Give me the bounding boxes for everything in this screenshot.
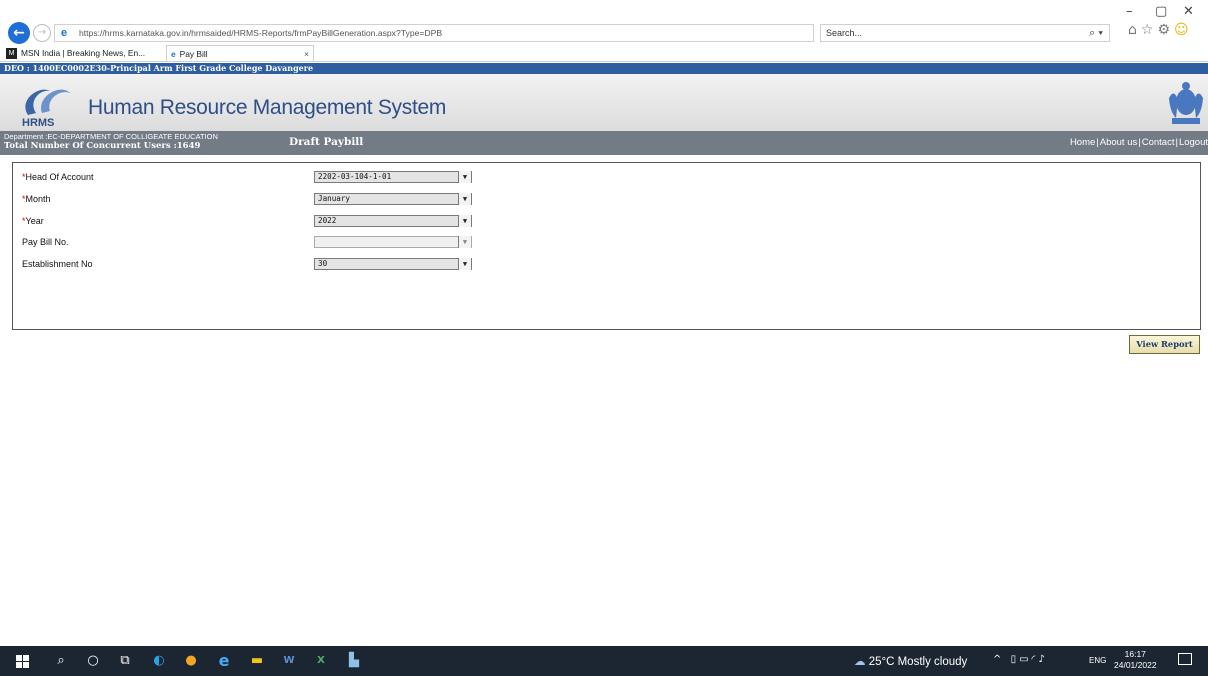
page-title: Draft Paybill xyxy=(289,136,364,148)
field-label: Year xyxy=(25,216,44,226)
tab-msn[interactable]: M MSN India | Breaking News, En... xyxy=(6,45,156,61)
taskbar: ⌕ ○ ⧉ ◐ ● e ▬ W X ▙ ☁ 25°C Mostly cloudy… xyxy=(0,646,1208,676)
select-value: 2022 xyxy=(318,216,337,225)
view-report-button[interactable]: View Report xyxy=(1129,335,1200,354)
network-app-icon[interactable]: ▙ xyxy=(346,653,362,669)
word-icon[interactable]: W xyxy=(281,653,297,669)
department-text: Department :EC-DEPARTMENT OF COLLIGEATE … xyxy=(4,132,218,141)
field-label: Establishment No xyxy=(22,259,93,269)
file-explorer-icon[interactable]: ▬ xyxy=(249,653,265,669)
chevron-down-icon[interactable]: ▼ xyxy=(458,171,471,183)
top-links: Home|About us|Contact|Logout xyxy=(1070,137,1208,148)
volume-icon[interactable]: ♪ xyxy=(1038,654,1047,665)
excel-icon[interactable]: X xyxy=(313,653,329,669)
address-bar[interactable]: e https://hrms.karnataka.gov.in/hrmsaide… xyxy=(54,24,814,42)
browser-chrome: – ▢ ✕ ← → e https://hrms.karnataka.gov.i… xyxy=(0,0,1208,44)
cortana-icon[interactable]: ○ xyxy=(85,653,101,669)
tab-strip: M MSN India | Breaking News, En... e Pay B… xyxy=(0,44,1208,102)
menu-bar: Department :EC-DEPARTMENT OF COLLIGEATE … xyxy=(0,131,1208,155)
weather-text: 25°C Mostly cloudy xyxy=(868,656,968,668)
logo-text: HRMS xyxy=(22,117,54,129)
gear-icon[interactable]: ⚙ xyxy=(1157,22,1174,38)
select-value: 2202-03-104-1-01 xyxy=(318,172,392,181)
field-label: Pay Bill No. xyxy=(22,237,69,247)
chevron-down-icon[interactable]: ▼ xyxy=(458,215,471,227)
ie-tab-icon: e xyxy=(171,49,176,59)
home-link[interactable]: Home xyxy=(1070,137,1095,148)
month-label: *Month xyxy=(22,192,51,206)
year-label: *Year xyxy=(22,214,44,228)
contact-link[interactable]: Contact xyxy=(1142,137,1175,148)
tab-msn-label: MSN India | Breaking News, En... xyxy=(21,48,146,58)
head-of-account-select[interactable]: 2202-03-104-1-01 ▼ xyxy=(314,171,472,183)
edge-icon[interactable]: ◐ xyxy=(151,653,167,669)
pay-bill-no-select[interactable]: ▼ xyxy=(314,236,472,248)
tab-pay-bill[interactable]: e Pay Bill × xyxy=(166,45,314,61)
clock-date: 24/01/2022 xyxy=(1114,660,1157,670)
windows-start-icon[interactable] xyxy=(14,653,30,669)
search-input[interactable]: Search... ⌕ ▾ xyxy=(820,24,1110,42)
month-select[interactable]: January ▼ xyxy=(314,193,472,205)
address-url: https://hrms.karnataka.gov.in/hrmsaided/… xyxy=(79,28,443,38)
about-us-link[interactable]: About us xyxy=(1100,137,1138,148)
task-view-icon[interactable]: ⧉ xyxy=(117,653,133,669)
field-label: Month xyxy=(25,194,51,204)
select-value: January xyxy=(318,194,351,203)
battery-icon[interactable]: ▭ xyxy=(1019,654,1031,665)
pay-bill-no-label: Pay Bill No. xyxy=(22,235,69,249)
hrms-logo: HRMS xyxy=(22,89,70,129)
year-select[interactable]: 2022 ▼ xyxy=(314,215,472,227)
minimize-icon[interactable]: – xyxy=(1126,4,1133,19)
internet-explorer-icon[interactable]: e xyxy=(216,653,232,669)
weather-widget[interactable]: ☁ 25°C Mostly cloudy xyxy=(854,654,967,668)
back-button[interactable]: ← xyxy=(8,22,30,44)
msn-icon: M xyxy=(6,48,17,60)
feedback-smiley-icon[interactable]: ☺ xyxy=(1174,22,1193,38)
establishment-no-label: Establishment No xyxy=(22,257,93,271)
close-tab-icon[interactable]: × xyxy=(304,46,309,61)
select-value: 30 xyxy=(318,259,328,268)
search-icon[interactable]: ⌕ xyxy=(53,653,69,669)
device-icon[interactable]: ▯ xyxy=(1011,654,1020,665)
paybill-form: *Head Of Account 2202-03-104-1-01 ▼ *Mont… xyxy=(12,162,1201,330)
search-placeholder: Search... xyxy=(826,28,863,38)
concurrent-users: Total Number Of Concurrent Users :1649 xyxy=(4,141,201,151)
tab-pay-bill-label: Pay Bill xyxy=(179,49,208,59)
chrome-icon[interactable]: ● xyxy=(183,653,199,669)
logout-link[interactable]: Logout xyxy=(1179,137,1208,148)
home-icon[interactable]: ⌂ xyxy=(1128,22,1141,38)
system-title: Human Resource Management System xyxy=(88,96,447,119)
clock[interactable]: 16:17 24/01/2022 xyxy=(1114,649,1157,671)
clock-time: 16:17 xyxy=(1124,649,1146,659)
field-label: Head Of Account xyxy=(25,172,94,182)
language-indicator[interactable]: ENG xyxy=(1089,656,1106,665)
restore-icon[interactable]: ▢ xyxy=(1155,4,1167,19)
tray-icons[interactable]: ^ ▯▭◜♪ xyxy=(993,654,1048,665)
close-window-icon[interactable]: ✕ xyxy=(1183,4,1194,19)
ie-page-icon: e xyxy=(61,27,68,39)
chevron-down-icon[interactable]: ▼ xyxy=(458,236,471,248)
cloud-icon: ☁ xyxy=(854,656,866,668)
karnataka-emblem-icon xyxy=(1169,82,1203,124)
chevron-down-icon[interactable]: ▼ xyxy=(458,193,471,205)
notification-icon[interactable] xyxy=(1178,653,1192,665)
banner: HRMS Human Resource Management System xyxy=(0,74,1208,131)
favorites-star-icon[interactable]: ☆ xyxy=(1141,22,1158,38)
head-of-account-label: *Head Of Account xyxy=(22,170,94,184)
deo-bar: DEO : 1400EC0002E30-Principal Arm First … xyxy=(0,63,1208,74)
establishment-no-select[interactable]: 30 ▼ xyxy=(314,258,472,270)
chevron-up-icon[interactable]: ^ xyxy=(993,654,1004,665)
search-icon[interactable]: ⌕ ▾ xyxy=(1089,25,1103,41)
toolbar-icons[interactable]: ⌂☆⚙☺ xyxy=(1128,22,1193,38)
chevron-down-icon[interactable]: ▼ xyxy=(458,258,471,270)
forward-button[interactable]: → xyxy=(33,24,51,42)
